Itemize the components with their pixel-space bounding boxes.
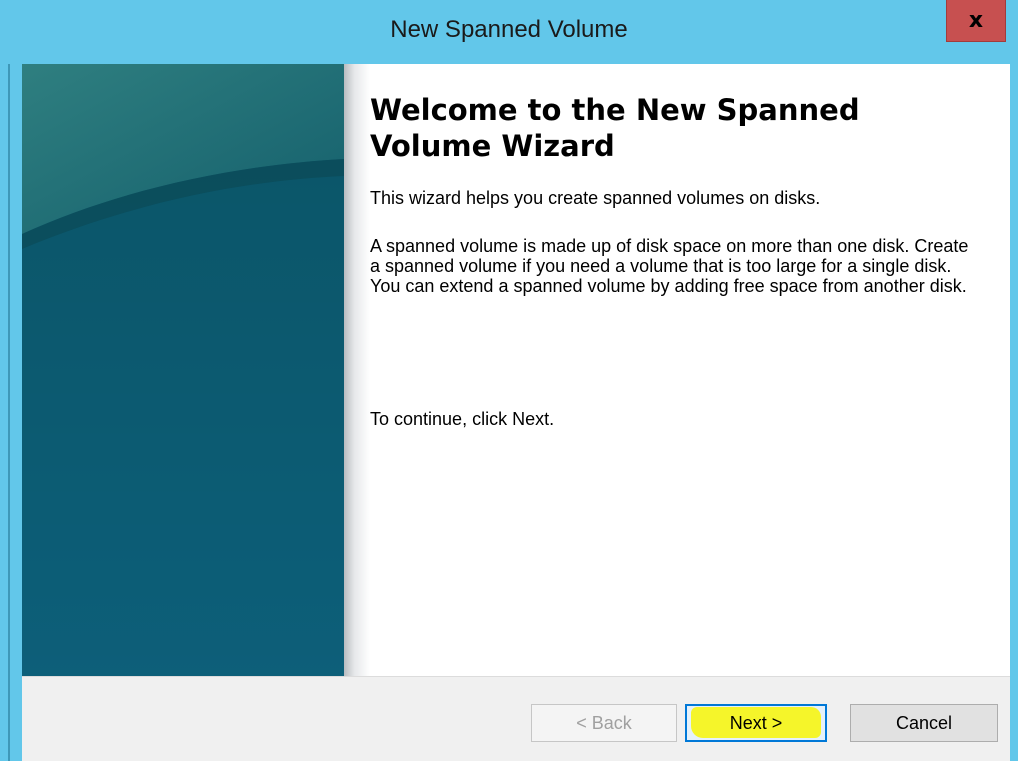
cancel-button-label: Cancel [895,712,953,733]
cancel-button[interactable]: Cancel [850,704,998,742]
close-button[interactable]: x [946,0,1006,42]
wizard-button-bar: < Back Next > Cancel [22,676,1010,761]
wizard-heading: Welcome to the New Spanned Volume Wizard [370,93,860,163]
banner-wave-graphic [22,64,344,676]
banner-divider [344,64,370,676]
back-button[interactable]: < Back [531,704,677,742]
next-button[interactable]: Next > [685,704,827,742]
instruction-text: To continue, click Next. [370,409,555,429]
next-button-label: Next > [729,712,783,733]
window-title: New Spanned Volume [390,16,628,43]
window-border [0,0,11,761]
back-button-label: < Back [576,712,632,733]
wizard-banner-image [22,64,344,676]
title-bar[interactable]: New Spanned Volume x [0,0,1018,64]
description-text: A spanned volume is made up of disk spac… [370,236,969,296]
close-icon: x [968,7,984,33]
wizard-client-area: Welcome to the New Spanned Volume Wizard… [22,64,1010,761]
wizard-content: Welcome to the New Spanned Volume Wizard… [370,64,1010,676]
wizard-window: New Spanned Volume x Welcome to the New … [0,0,1018,761]
intro-text: This wizard helps you create spanned vol… [370,188,821,208]
